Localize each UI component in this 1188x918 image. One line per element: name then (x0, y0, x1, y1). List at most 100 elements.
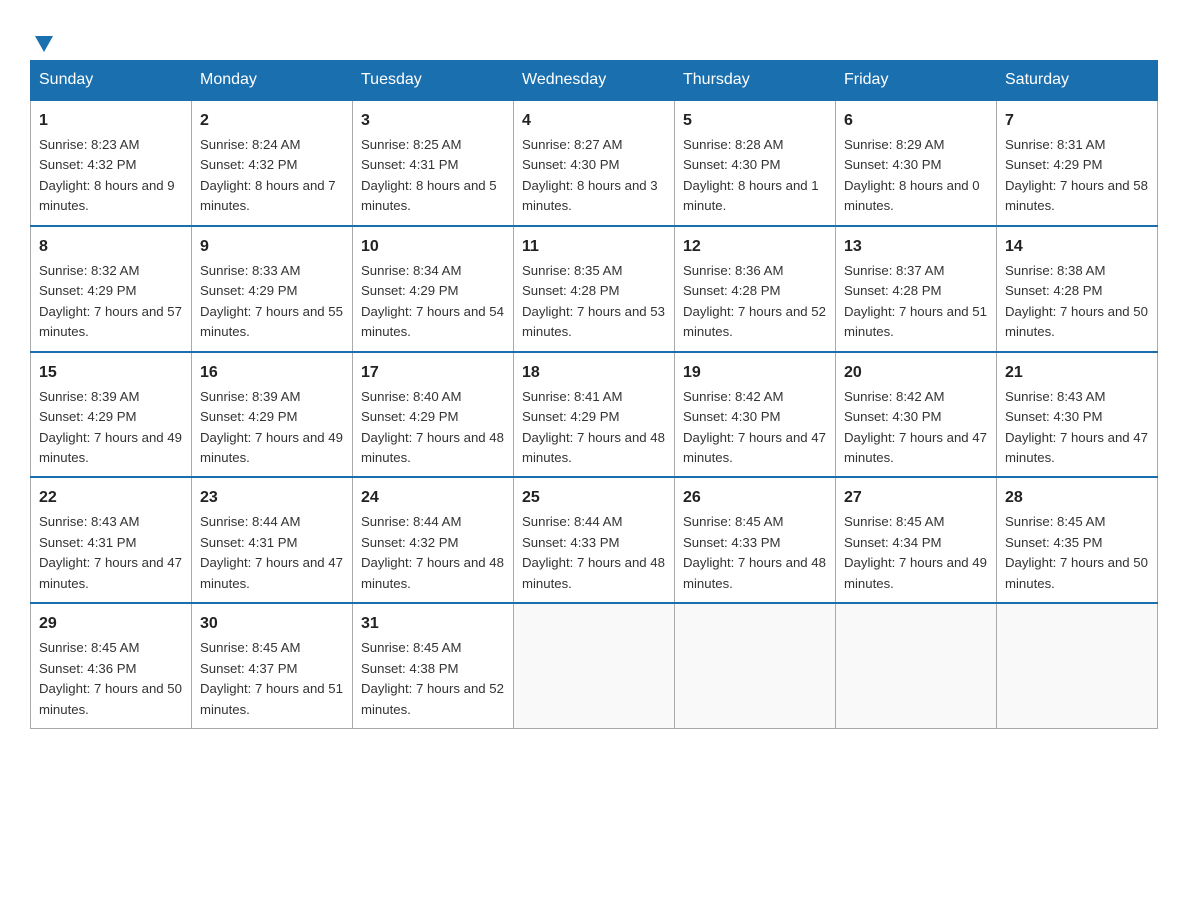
day-info: Sunrise: 8:42 AMSunset: 4:30 PMDaylight:… (844, 389, 987, 465)
day-info: Sunrise: 8:28 AMSunset: 4:30 PMDaylight:… (683, 137, 819, 213)
day-number: 30 (200, 612, 344, 636)
day-number: 7 (1005, 109, 1149, 133)
day-info: Sunrise: 8:43 AMSunset: 4:30 PMDaylight:… (1005, 389, 1148, 465)
day-info: Sunrise: 8:23 AMSunset: 4:32 PMDaylight:… (39, 137, 175, 213)
day-info: Sunrise: 8:38 AMSunset: 4:28 PMDaylight:… (1005, 263, 1148, 339)
calendar-cell: 3 Sunrise: 8:25 AMSunset: 4:31 PMDaylight… (353, 100, 514, 226)
day-number: 13 (844, 235, 988, 259)
calendar-cell: 14 Sunrise: 8:38 AMSunset: 4:28 PMDayligh… (997, 226, 1158, 352)
day-info: Sunrise: 8:45 AMSunset: 4:38 PMDaylight:… (361, 640, 504, 716)
day-info: Sunrise: 8:40 AMSunset: 4:29 PMDaylight:… (361, 389, 504, 465)
day-number: 17 (361, 361, 505, 385)
day-number: 10 (361, 235, 505, 259)
calendar-cell: 27Sunrise: 8:45 AMSunset: 4:34 PMDayligh… (836, 477, 997, 603)
page-header (30, 20, 1158, 50)
day-number: 8 (39, 235, 183, 259)
day-number: 6 (844, 109, 988, 133)
day-info: Sunrise: 8:34 AMSunset: 4:29 PMDaylight:… (361, 263, 504, 339)
calendar-table: SundayMondayTuesdayWednesdayThursdayFrid… (30, 60, 1158, 729)
calendar-cell: 31 Sunrise: 8:45 AMSunset: 4:38 PMDayligh… (353, 603, 514, 728)
day-number: 1 (39, 109, 183, 133)
day-number: 18 (522, 361, 666, 385)
day-number: 9 (200, 235, 344, 259)
calendar-cell: 2 Sunrise: 8:24 AMSunset: 4:32 PMDaylight… (192, 100, 353, 226)
day-info: Sunrise: 8:43 AMSunset: 4:31 PMDaylight:… (39, 514, 182, 590)
calendar-cell: 30 Sunrise: 8:45 AMSunset: 4:37 PMDayligh… (192, 603, 353, 728)
calendar-cell: 25 Sunrise: 8:44 AMSunset: 4:33 PMDayligh… (514, 477, 675, 603)
day-number: 14 (1005, 235, 1149, 259)
day-info: Sunrise: 8:45 AMSunset: 4:34 PMDaylight:… (844, 514, 987, 590)
day-number: 21 (1005, 361, 1149, 385)
calendar-cell: 7 Sunrise: 8:31 AMSunset: 4:29 PMDaylight… (997, 100, 1158, 226)
day-number: 29 (39, 612, 183, 636)
day-info: Sunrise: 8:29 AMSunset: 4:30 PMDaylight:… (844, 137, 980, 213)
week-row-2: 8 Sunrise: 8:32 AMSunset: 4:29 PMDaylight… (31, 226, 1158, 352)
day-info: Sunrise: 8:24 AMSunset: 4:32 PMDaylight:… (200, 137, 336, 213)
calendar-cell: 13 Sunrise: 8:37 AMSunset: 4:28 PMDayligh… (836, 226, 997, 352)
calendar-cell: 11 Sunrise: 8:35 AMSunset: 4:28 PMDayligh… (514, 226, 675, 352)
calendar-cell: 22 Sunrise: 8:43 AMSunset: 4:31 PMDayligh… (31, 477, 192, 603)
day-number: 15 (39, 361, 183, 385)
calendar-cell: 4 Sunrise: 8:27 AMSunset: 4:30 PMDaylight… (514, 100, 675, 226)
calendar-cell (675, 603, 836, 728)
calendar-cell: 26Sunrise: 8:45 AMSunset: 4:33 PMDayligh… (675, 477, 836, 603)
week-row-4: 22 Sunrise: 8:43 AMSunset: 4:31 PMDayligh… (31, 477, 1158, 603)
day-info: Sunrise: 8:25 AMSunset: 4:31 PMDaylight:… (361, 137, 497, 213)
weekday-header-thursday: Thursday (675, 61, 836, 101)
weekday-header-tuesday: Tuesday (353, 61, 514, 101)
day-info: Sunrise: 8:45 AMSunset: 4:37 PMDaylight:… (200, 640, 343, 716)
calendar-cell: 5Sunrise: 8:28 AMSunset: 4:30 PMDaylight… (675, 100, 836, 226)
day-number: 16 (200, 361, 344, 385)
weekday-header-monday: Monday (192, 61, 353, 101)
calendar-cell: 29 Sunrise: 8:45 AMSunset: 4:36 PMDayligh… (31, 603, 192, 728)
weekday-header-sunday: Sunday (31, 61, 192, 101)
weekday-header-saturday: Saturday (997, 61, 1158, 101)
calendar-cell: 12Sunrise: 8:36 AMSunset: 4:28 PMDayligh… (675, 226, 836, 352)
calendar-cell: 21 Sunrise: 8:43 AMSunset: 4:30 PMDayligh… (997, 352, 1158, 478)
day-info: Sunrise: 8:35 AMSunset: 4:28 PMDaylight:… (522, 263, 665, 339)
day-info: Sunrise: 8:39 AMSunset: 4:29 PMDaylight:… (39, 389, 182, 465)
day-number: 2 (200, 109, 344, 133)
week-row-5: 29 Sunrise: 8:45 AMSunset: 4:36 PMDayligh… (31, 603, 1158, 728)
day-info: Sunrise: 8:44 AMSunset: 4:31 PMDaylight:… (200, 514, 343, 590)
week-row-1: 1 Sunrise: 8:23 AMSunset: 4:32 PMDaylight… (31, 100, 1158, 226)
day-number: 26 (683, 486, 827, 510)
day-info: Sunrise: 8:32 AMSunset: 4:29 PMDaylight:… (39, 263, 182, 339)
calendar-cell: 16 Sunrise: 8:39 AMSunset: 4:29 PMDayligh… (192, 352, 353, 478)
calendar-cell (514, 603, 675, 728)
day-info: Sunrise: 8:39 AMSunset: 4:29 PMDaylight:… (200, 389, 343, 465)
logo (30, 30, 55, 50)
week-row-3: 15 Sunrise: 8:39 AMSunset: 4:29 PMDayligh… (31, 352, 1158, 478)
day-number: 25 (522, 486, 666, 510)
weekday-header-row: SundayMondayTuesdayWednesdayThursdayFrid… (31, 61, 1158, 101)
day-info: Sunrise: 8:44 AMSunset: 4:32 PMDaylight:… (361, 514, 504, 590)
calendar-cell: 28Sunrise: 8:45 AMSunset: 4:35 PMDayligh… (997, 477, 1158, 603)
calendar-cell (836, 603, 997, 728)
calendar-cell: 18Sunrise: 8:41 AMSunset: 4:29 PMDayligh… (514, 352, 675, 478)
day-number: 12 (683, 235, 827, 259)
day-number: 22 (39, 486, 183, 510)
day-number: 20 (844, 361, 988, 385)
calendar-cell: 24Sunrise: 8:44 AMSunset: 4:32 PMDayligh… (353, 477, 514, 603)
calendar-cell (997, 603, 1158, 728)
day-number: 28 (1005, 486, 1149, 510)
day-info: Sunrise: 8:37 AMSunset: 4:28 PMDaylight:… (844, 263, 987, 339)
calendar-cell: 6 Sunrise: 8:29 AMSunset: 4:30 PMDaylight… (836, 100, 997, 226)
calendar-cell: 15 Sunrise: 8:39 AMSunset: 4:29 PMDayligh… (31, 352, 192, 478)
calendar-cell: 19 Sunrise: 8:42 AMSunset: 4:30 PMDayligh… (675, 352, 836, 478)
calendar-cell: 23Sunrise: 8:44 AMSunset: 4:31 PMDayligh… (192, 477, 353, 603)
day-info: Sunrise: 8:31 AMSunset: 4:29 PMDaylight:… (1005, 137, 1148, 213)
day-number: 19 (683, 361, 827, 385)
day-info: Sunrise: 8:44 AMSunset: 4:33 PMDaylight:… (522, 514, 665, 590)
day-number: 11 (522, 235, 666, 259)
day-info: Sunrise: 8:27 AMSunset: 4:30 PMDaylight:… (522, 137, 658, 213)
calendar-cell: 8 Sunrise: 8:32 AMSunset: 4:29 PMDaylight… (31, 226, 192, 352)
day-number: 31 (361, 612, 505, 636)
day-number: 4 (522, 109, 666, 133)
calendar-cell: 9Sunrise: 8:33 AMSunset: 4:29 PMDaylight… (192, 226, 353, 352)
calendar-cell: 17 Sunrise: 8:40 AMSunset: 4:29 PMDayligh… (353, 352, 514, 478)
day-info: Sunrise: 8:42 AMSunset: 4:30 PMDaylight:… (683, 389, 826, 465)
day-info: Sunrise: 8:45 AMSunset: 4:36 PMDaylight:… (39, 640, 182, 716)
calendar-cell: 20 Sunrise: 8:42 AMSunset: 4:30 PMDayligh… (836, 352, 997, 478)
day-number: 3 (361, 109, 505, 133)
